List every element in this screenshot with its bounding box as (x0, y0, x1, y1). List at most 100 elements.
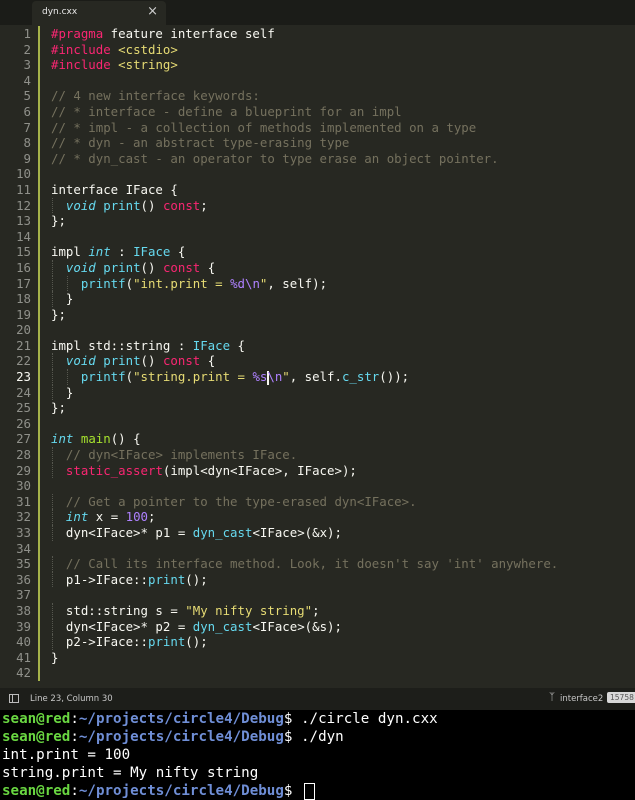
code-token: (); (185, 571, 208, 587)
code-line[interactable]: static_assert(impl<dyn<IFace>, IFace>); (51, 462, 635, 479)
code-area[interactable]: #pragma feature interface self #include <… (51, 26, 635, 684)
code-token: () (140, 353, 163, 369)
code-line[interactable]: // 4 new interface keywords: (51, 88, 635, 104)
code-token: feature interface self (103, 26, 275, 41)
code-line[interactable]: impl int : IFace { (51, 244, 635, 260)
code-token: 100 (125, 509, 149, 525)
status-bar: Line 23, Column 30 ᛉ interface2 15758 (0, 688, 635, 710)
line-number: 42 (0, 665, 40, 681)
tab-dyn-cxx[interactable]: dyn.cxx × (32, 1, 166, 25)
git-branch-name[interactable]: interface2 (560, 694, 603, 704)
code-token: print (103, 259, 141, 275)
code-line[interactable]: } (51, 650, 635, 666)
code-line[interactable] (51, 665, 635, 681)
code-token: #pragma (51, 26, 104, 41)
code-token: ( (125, 275, 134, 291)
code-token: " (282, 369, 290, 385)
line-number: 16 (0, 259, 40, 276)
code-line[interactable]: // * interface - define a blueprint for … (51, 104, 635, 120)
code-token: #include (51, 41, 111, 57)
code-token: "int.print = (133, 275, 231, 291)
git-branch-icon: ᛉ (549, 692, 555, 703)
code-line[interactable]: // * dyn - an abstract type-erasing type (51, 135, 635, 151)
code-token: print (147, 571, 186, 587)
code-line[interactable]: // dyn<IFace> implements IFace. (51, 447, 635, 463)
line-number: 23 (0, 369, 40, 385)
code-line[interactable] (51, 73, 635, 89)
terminal-command-line: sean@red:~/projects/circle4/Debug$ (0, 782, 635, 800)
line-number: 17 (0, 275, 40, 292)
code-token: (impl<dyn<IFace>, IFace>); (162, 462, 357, 478)
code-line[interactable]: // Call its interface method. Look, it d… (51, 556, 635, 572)
code-line[interactable]: }; (51, 213, 635, 229)
code-token: print (103, 197, 141, 213)
code-line[interactable]: dyn<IFace>* p1 = dyn_cast<IFace>(&x); (51, 525, 635, 541)
code-token: // * dyn - an abstract type-erasing type (51, 135, 350, 151)
code-token: () { (110, 431, 141, 447)
code-line[interactable] (51, 166, 635, 182)
code-token: static_assert (65, 462, 163, 478)
indent-guide (66, 369, 68, 385)
code-line[interactable]: int main() { (51, 431, 635, 447)
code-line[interactable]: impl std::string : IFace { (51, 338, 635, 354)
code-line[interactable]: printf("int.print = %d\n", self); (51, 275, 635, 292)
code-line[interactable]: p1->IFace::print(); (51, 571, 635, 588)
prompt-symbol: $ (283, 783, 301, 799)
line-number: 18 (0, 291, 40, 307)
code-line[interactable]: #include <string> (51, 57, 635, 73)
code-line[interactable]: // * dyn_cast - an operator to type eras… (51, 151, 635, 167)
line-number: 11 (0, 181, 40, 198)
line-number: 36 (0, 571, 40, 588)
code-line[interactable]: void print() const; (51, 197, 635, 214)
prompt-user: sean@red (2, 729, 71, 745)
code-line[interactable]: void print() const { (51, 353, 635, 370)
indent-guide (52, 571, 53, 588)
code-line[interactable]: } (51, 291, 635, 307)
code-line[interactable] (51, 416, 635, 432)
code-token: , self); (267, 275, 328, 291)
code-token: () (140, 197, 163, 213)
indent-guide (52, 353, 53, 370)
prompt-separator: : (70, 711, 79, 727)
code-token: ; (312, 602, 320, 618)
code-line[interactable]: dyn<IFace>* p2 = dyn_cast<IFace>(&s); (51, 618, 635, 635)
indent-guide (52, 602, 53, 619)
git-changes-badge: 15758 (607, 692, 635, 703)
code-token: \n (244, 275, 260, 291)
line-number: 6 (0, 103, 40, 120)
code-line[interactable] (51, 587, 635, 603)
code-line[interactable]: // * impl - a collection of methods impl… (51, 120, 635, 136)
panel-toggle-icon[interactable] (9, 694, 19, 703)
code-line[interactable]: interface IFace { (51, 182, 635, 198)
terminal-cursor[interactable] (303, 782, 315, 800)
code-token: "My nifty string" (185, 602, 313, 618)
code-line[interactable]: void print() const { (51, 259, 635, 276)
code-token: <string> (118, 57, 178, 73)
prompt-user: sean@red (2, 711, 71, 727)
close-icon[interactable]: × (147, 4, 158, 19)
code-line[interactable]: }; (51, 400, 635, 416)
code-line[interactable]: } (51, 384, 635, 401)
code-line[interactable]: std::string s = "My nifty string"; (51, 602, 635, 619)
code-token: int (65, 509, 89, 525)
code-line[interactable] (51, 541, 635, 557)
code-token: // * interface - define a blueprint for … (51, 103, 402, 119)
code-line[interactable]: printf("string.print = %s\n", self.c_str… (51, 369, 635, 385)
code-line[interactable]: int x = 100; (51, 509, 635, 525)
code-editor[interactable]: dyn.cxx × 1 2 3 4 5 6 7 8 9 10 11 12 13 14 15 16 17 18 19 2… (0, 0, 635, 710)
line-number: 20 (0, 322, 40, 338)
terminal[interactable]: sean@red:~/projects/circle4/Debug$ ./cir… (0, 710, 635, 800)
code-token: } (51, 291, 74, 307)
code-line[interactable]: // Get a pointer to the type-erased dyn<… (51, 493, 635, 510)
code-line[interactable]: #include <cstdio> (51, 42, 635, 58)
indent-guide (52, 291, 53, 307)
code-line[interactable] (51, 229, 635, 245)
code-line[interactable] (51, 322, 635, 338)
code-line[interactable]: #pragma feature interface self (51, 26, 635, 42)
code-line[interactable] (51, 478, 635, 494)
prompt-separator: : (70, 783, 79, 799)
code-line[interactable]: p2->IFace::print(); (51, 634, 635, 650)
code-line[interactable]: }; (51, 307, 635, 323)
